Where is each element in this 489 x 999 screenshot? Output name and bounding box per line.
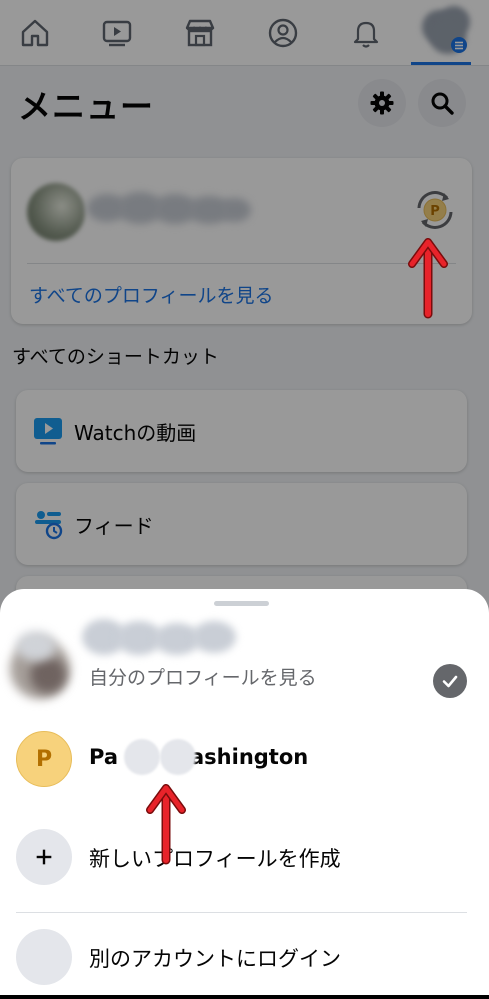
redaction-mark [160, 739, 196, 775]
annotation-arrow-up [146, 784, 186, 865]
create-new-profile-label: 新しいプロフィールを作成 [89, 847, 341, 871]
profile-switcher-sheet: 自分のプロフィールを見る P Pa ashington 新しいプロフィールを作成 … [0, 589, 489, 999]
divider [16, 912, 467, 913]
plus-icon [16, 829, 72, 885]
system-bottom-edge [0, 995, 489, 999]
page-profile-name: Pa ashington [89, 745, 309, 769]
avatar [6, 629, 82, 705]
current-profile-row[interactable]: 自分のプロフィールを見る [0, 611, 489, 711]
selected-check-icon [433, 664, 467, 698]
view-own-profile-label: 自分のプロフィールを見る [89, 667, 317, 689]
profile-name-redacted [82, 615, 252, 659]
page-profile-avatar: P [16, 731, 72, 787]
page-profile-row[interactable]: P Pa ashington [0, 725, 489, 795]
redaction-mark [124, 739, 160, 775]
create-new-profile-row[interactable]: 新しいプロフィールを作成 [0, 823, 489, 893]
login-other-account-label: 別のアカウントにログイン [89, 947, 341, 971]
sheet-drag-handle[interactable] [214, 601, 269, 606]
blank-avatar [16, 929, 72, 985]
annotation-arrow-up [408, 238, 448, 319]
login-other-account-row[interactable]: 別のアカウントにログイン [0, 923, 489, 993]
